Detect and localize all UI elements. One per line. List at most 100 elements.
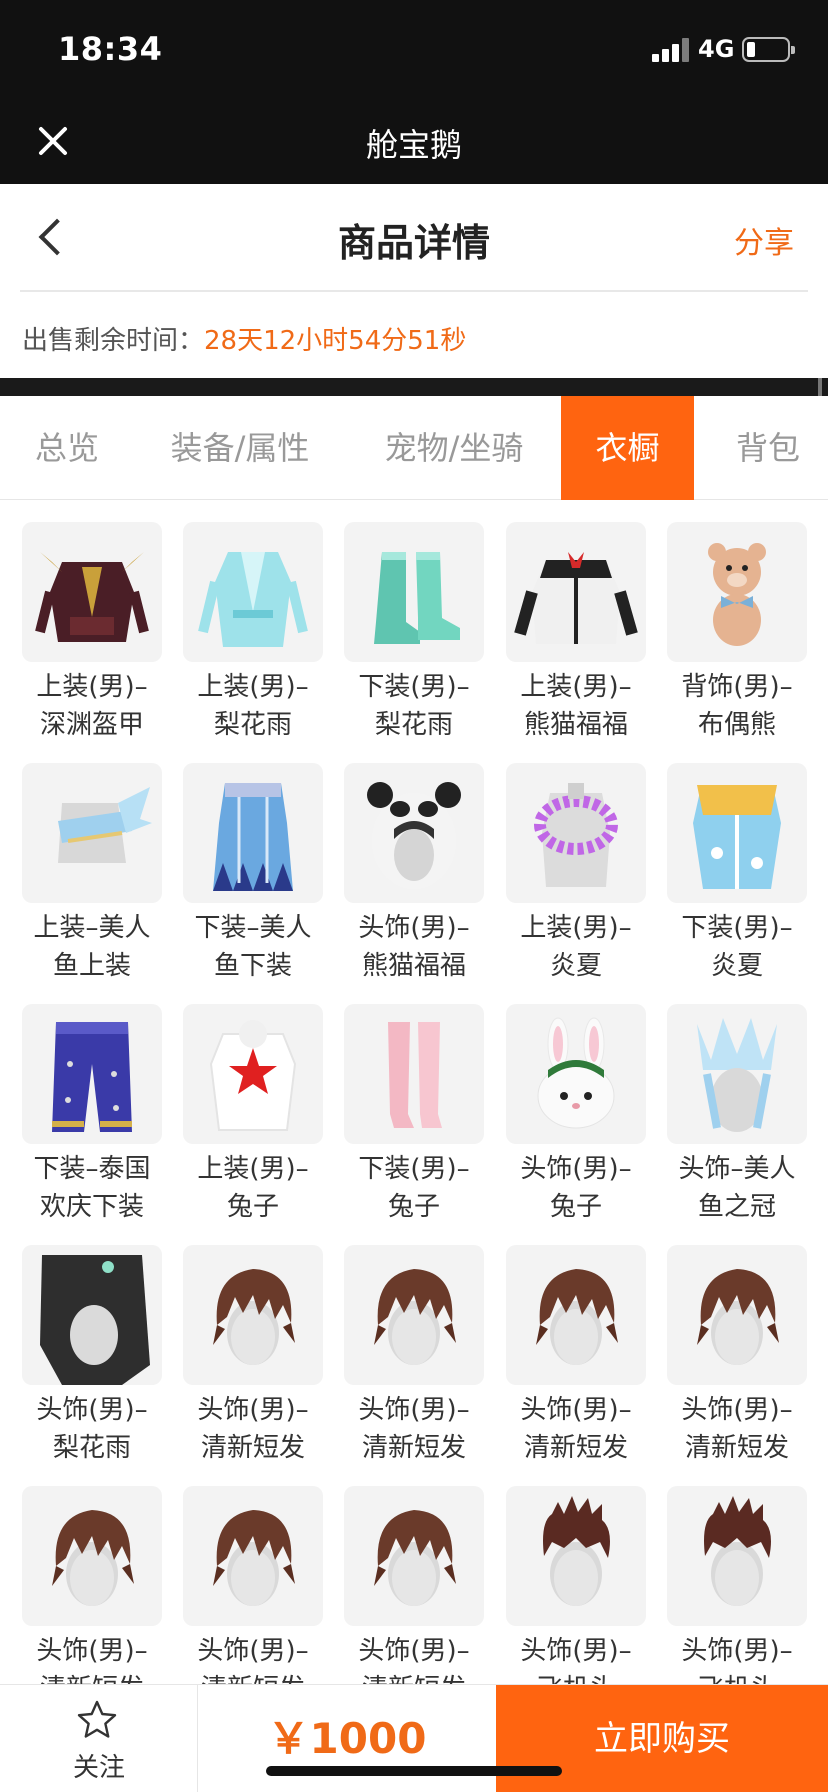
follow-button[interactable]: 关注	[0, 1685, 198, 1792]
app-bar: 舱宝鹅	[0, 98, 828, 184]
item-thumbnail	[344, 1245, 484, 1385]
section-band	[0, 378, 828, 396]
item-thumbnail	[506, 522, 646, 662]
item-name: 上装(男)– 深渊盔甲	[12, 668, 172, 744]
wardrobe-item[interactable]: 头饰(男)–飞机头	[667, 1464, 807, 1684]
item-name-line2: 兔子	[549, 1192, 602, 1222]
item-name: 头饰(男)– 兔子	[496, 1150, 656, 1226]
status-bar: 18:34 4G	[0, 0, 828, 98]
follow-label: 关注	[72, 1753, 125, 1783]
item-name: 头饰(男)– 清新短发	[657, 1391, 817, 1467]
item-name: 下装(男)– 梨花雨	[334, 668, 494, 744]
item-name-line1: 下装(男)–	[681, 913, 793, 943]
item-name-line2: 飞机头	[496, 1670, 656, 1684]
wardrobe-item[interactable]: 头饰(男)–清新短发	[344, 1223, 484, 1463]
wardrobe-item[interactable]: 头饰(男)– 清新短发	[667, 1223, 807, 1463]
star-icon	[77, 1700, 117, 1738]
item-name-line2: 清新短发	[334, 1670, 494, 1684]
wardrobe-item[interactable]: 头饰(男)– 梨花雨	[22, 1223, 162, 1463]
wardrobe-item[interactable]: 头饰(男)– 清新短发	[506, 1223, 646, 1463]
wardrobe-item[interactable]: 头饰–美人 鱼之冠	[667, 982, 807, 1222]
tab-wardrobe[interactable]: 衣橱	[561, 396, 694, 500]
tab-overview[interactable]: 总览	[0, 396, 134, 500]
network-label: 4G	[698, 35, 735, 63]
wardrobe-item[interactable]: 下装–泰国 欢庆下装	[22, 982, 162, 1222]
wardrobe-item[interactable]: 上装(男)– 深渊盔甲	[22, 500, 162, 740]
item-name-line1: 头饰(男)–	[520, 1395, 632, 1425]
item-name-line2: 清新短发	[684, 1433, 789, 1463]
item-name-line2: 深渊盔甲	[39, 710, 144, 740]
wardrobe-item[interactable]: 头饰(男)–清新短发	[22, 1464, 162, 1684]
wardrobe-item[interactable]: 头饰(男)–清新短发	[183, 1223, 323, 1463]
wardrobe-item[interactable]: 头饰(男)–清新短发	[183, 1464, 323, 1684]
wardrobe-item[interactable]: 下装–美人 鱼下装	[183, 741, 323, 981]
item-name: 头饰(男)– 熊猫福福	[334, 909, 494, 985]
signal-icon	[652, 38, 690, 62]
share-button[interactable]: 分享	[734, 218, 794, 262]
item-name-line2: 熊猫福福	[523, 710, 628, 740]
battery-icon	[742, 37, 795, 62]
page-title: 商品详情	[337, 221, 490, 265]
item-name-line1: 头饰(男)–	[358, 1636, 470, 1666]
wardrobe-item[interactable]: 上装(男)– 熊猫福福	[506, 500, 646, 740]
item-thumbnail	[183, 1486, 323, 1626]
item-name: 上装–美人 鱼上装	[12, 909, 172, 985]
wardrobe-item[interactable]: 头饰(男)–清新短发	[344, 1464, 484, 1684]
wardrobe-item[interactable]: 下装(男)– 兔子	[344, 982, 484, 1222]
wardrobe-item[interactable]: 上装–美人 鱼上装	[22, 741, 162, 981]
tab-equipment[interactable]: 装备/属性	[150, 396, 330, 500]
tab-pets[interactable]: 宠物/坐骑	[364, 396, 544, 500]
tab-bar: 总览 装备/属性 宠物/坐骑 衣橱 背包	[0, 396, 828, 500]
wardrobe-item[interactable]: 头饰(男)– 兔子	[506, 982, 646, 1222]
wardrobe-item[interactable]: 背饰(男)– 布偶熊	[667, 500, 807, 740]
sale-countdown: 出售剩余时间：28天12小时54分51秒	[22, 320, 466, 357]
item-name: 头饰(男)– 清新短发	[334, 1391, 494, 1467]
item-name-line2: 炎夏	[710, 951, 763, 981]
app-title: 舱宝鹅	[365, 126, 462, 164]
wardrobe-item[interactable]: 上装(男)– 兔子	[183, 982, 323, 1222]
item-name: 头饰(男)– 清新短发	[496, 1391, 656, 1467]
item-thumbnail	[667, 1486, 807, 1626]
wardrobe-item[interactable]: 上装(男)– 梨花雨	[183, 500, 323, 740]
item-name-line1: 头饰(男)–	[36, 1636, 148, 1666]
item-name-line1: 头饰(男)–	[520, 1636, 632, 1666]
item-name-line1: 头饰(男)–	[197, 1636, 309, 1666]
item-name: 头饰(男)– 清新短发	[334, 1632, 494, 1684]
item-thumbnail	[183, 1004, 323, 1144]
item-name: 头饰(男)– 清新短发	[173, 1391, 333, 1467]
item-name: 下装–泰国 欢庆下装	[12, 1150, 172, 1226]
wardrobe-item[interactable]: 头饰(男)–飞机头	[506, 1464, 646, 1684]
item-thumbnail	[506, 1486, 646, 1626]
item-thumbnail	[667, 763, 807, 903]
countdown-label: 出售剩余时间：	[22, 326, 205, 356]
detail-header: 商品详情 分享	[0, 184, 828, 290]
item-name-line2: 清新短发	[523, 1433, 628, 1463]
item-thumbnail	[183, 763, 323, 903]
item-name-line1: 头饰(男)–	[681, 1395, 793, 1425]
wardrobe-item[interactable]: 上装(男)– 炎夏	[506, 741, 646, 981]
item-thumbnail	[667, 522, 807, 662]
tab-backpack[interactable]: 背包	[708, 396, 828, 500]
item-name-line1: 头饰(男)–	[520, 1154, 632, 1184]
item-name-line1: 上装(男)–	[197, 1154, 309, 1184]
wardrobe-item[interactable]: 下装(男)– 梨花雨	[344, 500, 484, 740]
item-name: 头饰(男)– 清新短发	[12, 1632, 172, 1684]
item-name-line1: 下装(男)–	[358, 1154, 470, 1184]
item-name: 上装(男)– 梨花雨	[173, 668, 333, 744]
item-name-line1: 头饰(男)–	[358, 1395, 470, 1425]
item-thumbnail	[344, 763, 484, 903]
item-thumbnail	[344, 1486, 484, 1626]
item-name-line1: 上装(男)–	[36, 672, 148, 702]
wardrobe-grid: 上装(男)– 深渊盔甲 上装(男)– 梨花雨 下装(男)– 梨花雨 上装(男)– 熊猫福福 背饰…	[0, 500, 828, 1684]
item-name-line1: 下装(男)–	[358, 672, 470, 702]
wardrobe-item[interactable]: 下装(男)– 炎夏	[667, 741, 807, 981]
wardrobe-item[interactable]: 头饰(男)– 熊猫福福	[344, 741, 484, 981]
item-thumbnail	[22, 522, 162, 662]
item-thumbnail	[344, 522, 484, 662]
item-thumbnail	[667, 1004, 807, 1144]
item-name-line1: 头饰(男)–	[681, 1636, 793, 1666]
item-name: 头饰(男)– 飞机头	[496, 1632, 656, 1684]
item-name-line2: 清新短发	[173, 1670, 333, 1684]
item-name-line1: 头饰(男)–	[358, 913, 470, 943]
item-name-line2: 清新短发	[12, 1670, 172, 1684]
